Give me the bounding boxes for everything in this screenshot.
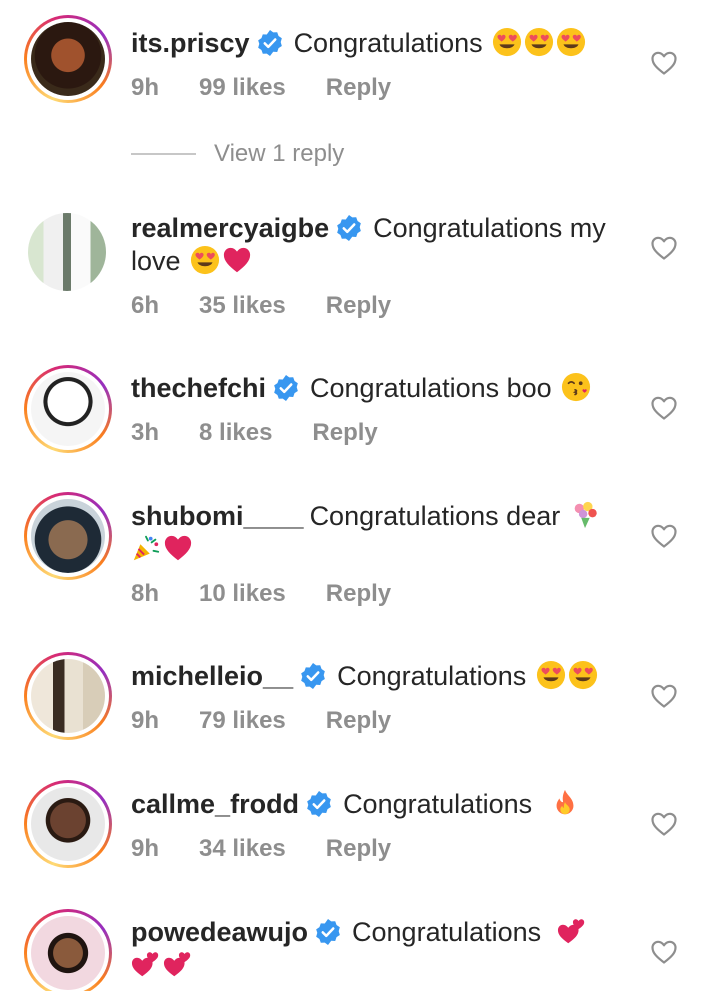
avatar <box>31 787 105 861</box>
comment-likes[interactable]: 35 likes <box>199 292 286 320</box>
comment-time: 3h <box>131 419 160 446</box>
avatar <box>31 22 105 96</box>
verified-badge-icon <box>272 374 300 402</box>
comment-time: 9h <box>131 74 160 101</box>
avatar-story-ring[interactable] <box>24 15 112 103</box>
comment-time: 8h <box>131 580 160 607</box>
avatar-story-ring[interactable] <box>24 492 112 580</box>
comment-likes[interactable]: 8 likes <box>199 419 272 447</box>
like-heart-icon[interactable] <box>651 51 677 75</box>
verified-badge-icon <box>314 918 342 946</box>
comment-likes[interactable]: 10 likes <box>199 580 286 608</box>
heart-eyes-emoji-icon <box>524 27 554 57</box>
verified-badge-icon <box>299 662 327 690</box>
party-popper-emoji-icon <box>131 533 161 563</box>
two-hearts-emoji-icon <box>163 949 193 979</box>
verified-badge-icon <box>256 29 284 57</box>
view-replies-label: View 1 reply <box>214 140 345 167</box>
view-replies-button[interactable]: View 1 reply <box>131 140 344 168</box>
reply-button[interactable]: Reply <box>326 835 391 863</box>
avatar-story-ring[interactable] <box>24 365 112 453</box>
avatar <box>31 499 105 573</box>
reply-button[interactable]: Reply <box>326 74 391 102</box>
like-heart-icon[interactable] <box>651 812 677 836</box>
like-heart-icon[interactable] <box>651 396 677 420</box>
comment-text: Congratulations dear <box>309 501 561 531</box>
comment-likes[interactable]: 99 likes <box>199 74 286 102</box>
avatar <box>31 372 105 446</box>
reply-button[interactable]: Reply <box>312 419 377 447</box>
reply-divider-line <box>131 153 196 155</box>
red-heart-emoji-icon <box>163 533 193 563</box>
comment-text: Congratulations <box>343 789 533 819</box>
reply-button[interactable]: Reply <box>326 580 391 608</box>
comment-username[interactable]: realmercyaigbe <box>131 213 329 243</box>
comment-likes[interactable]: 79 likes <box>199 707 286 735</box>
avatar-story-ring[interactable] <box>24 780 112 868</box>
avatar-image <box>28 213 106 291</box>
avatar <box>31 916 105 990</box>
heart-eyes-emoji-icon <box>492 27 522 57</box>
heart-eyes-emoji-icon <box>190 245 220 275</box>
comment-username[interactable]: shubomi____ <box>131 501 304 531</box>
comment-text: Congratulations <box>293 28 483 58</box>
verified-badge-icon <box>305 790 333 818</box>
verified-badge-icon <box>335 214 363 242</box>
avatar-story-ring[interactable] <box>24 652 112 740</box>
like-heart-icon[interactable] <box>651 684 677 708</box>
comment-text: Congratulations <box>352 917 542 947</box>
comment-time: 6h <box>131 292 160 319</box>
comment-text: Congratulations <box>337 661 527 691</box>
like-heart-icon[interactable] <box>651 236 677 260</box>
reply-button[interactable]: Reply <box>326 292 391 320</box>
red-heart-emoji-icon <box>222 245 252 275</box>
two-hearts-emoji-icon <box>131 949 161 979</box>
comment-username[interactable]: callme_frodd <box>131 789 299 819</box>
comment-likes[interactable]: 34 likes <box>199 835 286 863</box>
heart-eyes-emoji-icon <box>536 660 566 690</box>
comment-time: 9h <box>131 835 160 862</box>
comment-username[interactable]: michelleio__ <box>131 661 293 691</box>
like-heart-icon[interactable] <box>651 940 677 964</box>
comment-username[interactable]: powedeawujo <box>131 917 308 947</box>
fire-emoji-icon <box>550 788 580 818</box>
two-hearts-emoji-icon <box>557 916 587 946</box>
like-heart-icon[interactable] <box>651 524 677 548</box>
comment-time: 9h <box>131 707 160 734</box>
avatar <box>31 659 105 733</box>
bouquet-emoji-icon <box>570 500 600 530</box>
comment-username[interactable]: its.priscy <box>131 28 250 58</box>
avatar[interactable] <box>28 213 106 291</box>
comment-text: Congratulations boo <box>310 373 552 403</box>
comment-username[interactable]: thechefchi <box>131 373 266 403</box>
reply-button[interactable]: Reply <box>326 707 391 735</box>
heart-eyes-emoji-icon <box>556 27 586 57</box>
kiss-face-emoji-icon <box>561 372 591 402</box>
avatar-story-ring[interactable] <box>24 909 112 991</box>
heart-eyes-emoji-icon <box>568 660 598 690</box>
